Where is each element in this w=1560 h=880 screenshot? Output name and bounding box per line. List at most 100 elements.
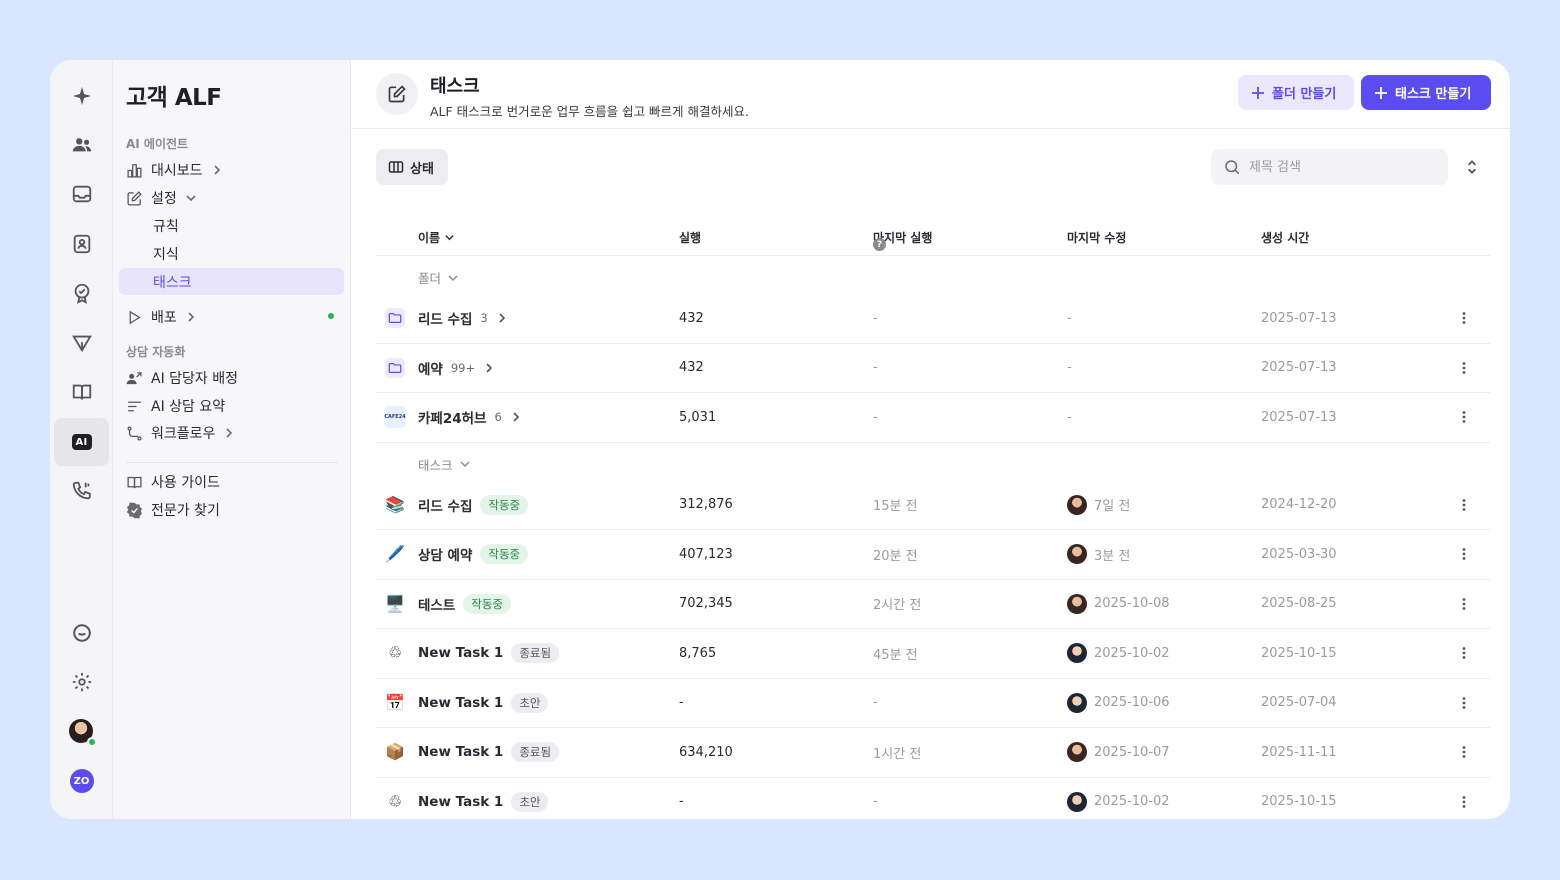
sidebar-item-workflow[interactable]: 워크플로우 (126, 420, 344, 446)
sparkle-icon[interactable] (54, 72, 109, 120)
sidebar-item-rules[interactable]: 규칙 (119, 212, 344, 239)
columns-icon (388, 161, 404, 173)
workflow-icon (127, 425, 142, 441)
last-run-cell: - (873, 695, 878, 711)
search-input[interactable] (1249, 159, 1429, 175)
task-row[interactable]: 📦 New Task 1 종료됨 634,210 1시간 전 2025-10-0… (376, 728, 1490, 778)
group-label: 태스크 (418, 457, 453, 473)
avatar (1067, 692, 1087, 713)
search-box[interactable] (1211, 149, 1448, 185)
task-row[interactable]: ♲ New Task 1 초안 - - 2025-10-02 2025-10-1… (376, 778, 1490, 820)
runs-cell: 634,210 (679, 744, 733, 760)
sidebar-title: 고객 ALF (126, 85, 222, 111)
sidebar: 고객 ALF AI 에이전트 대시보드 설정 규칙 지식 태스크 배포 상담 자… (113, 60, 351, 819)
sidebar-item-ai-assign[interactable]: AI 담당자 배정 (126, 365, 344, 391)
created-cell: 2025-08-25 (1261, 596, 1337, 612)
edit-icon (127, 190, 142, 206)
sidebar-item-dashboard[interactable]: 대시보드 (126, 157, 344, 183)
workspace-button[interactable]: ZO (54, 757, 109, 805)
main-content: 태스크 ALF 태스크로 번거로운 업무 흐름을 쉽고 빠르게 해결하세요. 폴… (351, 60, 1510, 819)
ai-nav-button[interactable]: AI (54, 418, 109, 466)
folder-row[interactable]: 예약 99+ 432 - - 2025-07-13 (376, 344, 1490, 393)
last-modified-cell: 7일 전 (1067, 481, 1130, 530)
chevron-right-icon (213, 165, 220, 175)
chevron-right-icon (188, 312, 194, 322)
chevron-down-icon (448, 275, 458, 281)
more-options-icon[interactable] (1456, 344, 1472, 393)
task-row[interactable]: 🖊️ 상담 예약 작동중 407,123 20분 전 3분 전 2025-03-… (376, 530, 1490, 580)
sidebar-item-label: AI 상담 요약 (151, 399, 226, 415)
sidebar-item-knowledge[interactable]: 지식 (119, 240, 344, 267)
help-icon[interactable]: ? (873, 238, 886, 251)
task-name-cell: 테스트 작동중 (418, 580, 512, 629)
more-options-icon[interactable] (1456, 728, 1472, 777)
more-options-icon[interactable] (1456, 629, 1472, 678)
inbox-icon[interactable] (54, 170, 109, 218)
column-header-created: 생성 시간 (1261, 231, 1310, 245)
chat-bubble-icon[interactable] (54, 609, 109, 657)
folder-group-header[interactable]: 폴더 (376, 256, 1490, 294)
task-row[interactable]: 🖥️ 테스트 작동중 702,345 2시간 전 2025-10-08 2025… (376, 580, 1490, 629)
sort-icon[interactable] (1463, 158, 1481, 176)
status-badge: 종료됨 (511, 742, 560, 763)
task-name: New Task 1 (418, 744, 504, 761)
folder-row[interactable]: CAFE24 카페24허브 6 5,031 - - 2025-07-13 (376, 393, 1490, 443)
sidebar-item-guide[interactable]: 사용 가이드 (126, 469, 344, 495)
contact-book-icon[interactable] (54, 220, 109, 268)
online-status-dot (86, 737, 97, 747)
task-name: 테스트 (418, 597, 456, 614)
gear-icon[interactable] (54, 658, 109, 706)
calendar-icon: 📅 (385, 692, 405, 712)
created-cell: 2025-07-13 (1261, 310, 1337, 326)
profile-button[interactable] (54, 708, 109, 756)
phone-icon[interactable] (54, 467, 109, 515)
sidebar-item-settings[interactable]: 설정 (126, 185, 344, 211)
column-header-name[interactable]: 이름 (418, 229, 455, 246)
sidebar-item-expert[interactable]: 전문가 찾기 (126, 497, 344, 523)
last-modified-value: 2025-10-02 (1094, 645, 1170, 661)
sidebar-item-label: 사용 가이드 (151, 475, 220, 491)
pen-icon: 🖊️ (385, 544, 405, 564)
more-options-icon[interactable] (1456, 481, 1472, 530)
play-icon (129, 310, 141, 324)
more-options-icon[interactable] (1456, 294, 1472, 343)
sidebar-item-deploy[interactable]: 배포 (126, 304, 344, 330)
sidebar-divider (126, 462, 338, 463)
user-assign-icon (126, 371, 142, 384)
last-run-cell: 15분 전 (873, 499, 918, 515)
more-options-icon[interactable] (1456, 580, 1472, 629)
chevron-right-icon (226, 428, 233, 438)
status-badge: 작동중 (480, 544, 529, 565)
badge-check-icon[interactable] (54, 269, 109, 317)
more-options-icon[interactable] (1456, 530, 1472, 579)
more-options-icon[interactable] (1456, 393, 1472, 442)
create-task-button[interactable]: 태스크 만들기 (1361, 75, 1491, 110)
folder-name-cell: 예약 99+ (418, 344, 495, 393)
folder-name: 예약 (418, 361, 443, 378)
more-options-icon[interactable] (1456, 679, 1472, 728)
task-row[interactable]: 📅 New Task 1 초안 - - 2025-10-06 2025-07-0… (376, 679, 1490, 728)
task-name: New Task 1 (418, 645, 504, 662)
sidebar-item-ai-summary[interactable]: AI 상담 요약 (126, 393, 344, 419)
column-header-runs: 실행 (679, 231, 702, 245)
last-run-cell: 2시간 전 (873, 598, 922, 614)
runs-cell: 432 (679, 310, 704, 326)
more-options-icon[interactable] (1456, 778, 1472, 820)
runs-cell: 702,345 (679, 596, 733, 612)
status-view-button[interactable]: 상태 (376, 149, 448, 185)
sidebar-item-tasks[interactable]: 태스크 (119, 268, 344, 295)
folder-name-cell: 리드 수집 3 (418, 294, 508, 343)
users-icon[interactable] (54, 121, 109, 169)
send-icon[interactable] (54, 319, 109, 367)
book-icon[interactable] (54, 368, 109, 416)
runs-cell: - (679, 794, 684, 810)
runs-cell: 407,123 (679, 546, 733, 562)
folder-row[interactable]: 리드 수집 3 432 - - 2025-07-13 (376, 294, 1490, 344)
folder-name: 카페24허브 (418, 411, 487, 428)
cycle-icon: ♲ (387, 791, 403, 811)
task-row[interactable]: 📚 리드 수집 작동중 312,876 15분 전 7일 전 2024-12-2… (376, 481, 1490, 530)
task-name: New Task 1 (418, 694, 504, 711)
task-row[interactable]: ♲ New Task 1 종료됨 8,765 45분 전 2025-10-02 … (376, 629, 1490, 679)
task-group-header[interactable]: 태스크 (376, 443, 1490, 481)
create-folder-button[interactable]: 폴더 만들기 (1238, 75, 1354, 110)
